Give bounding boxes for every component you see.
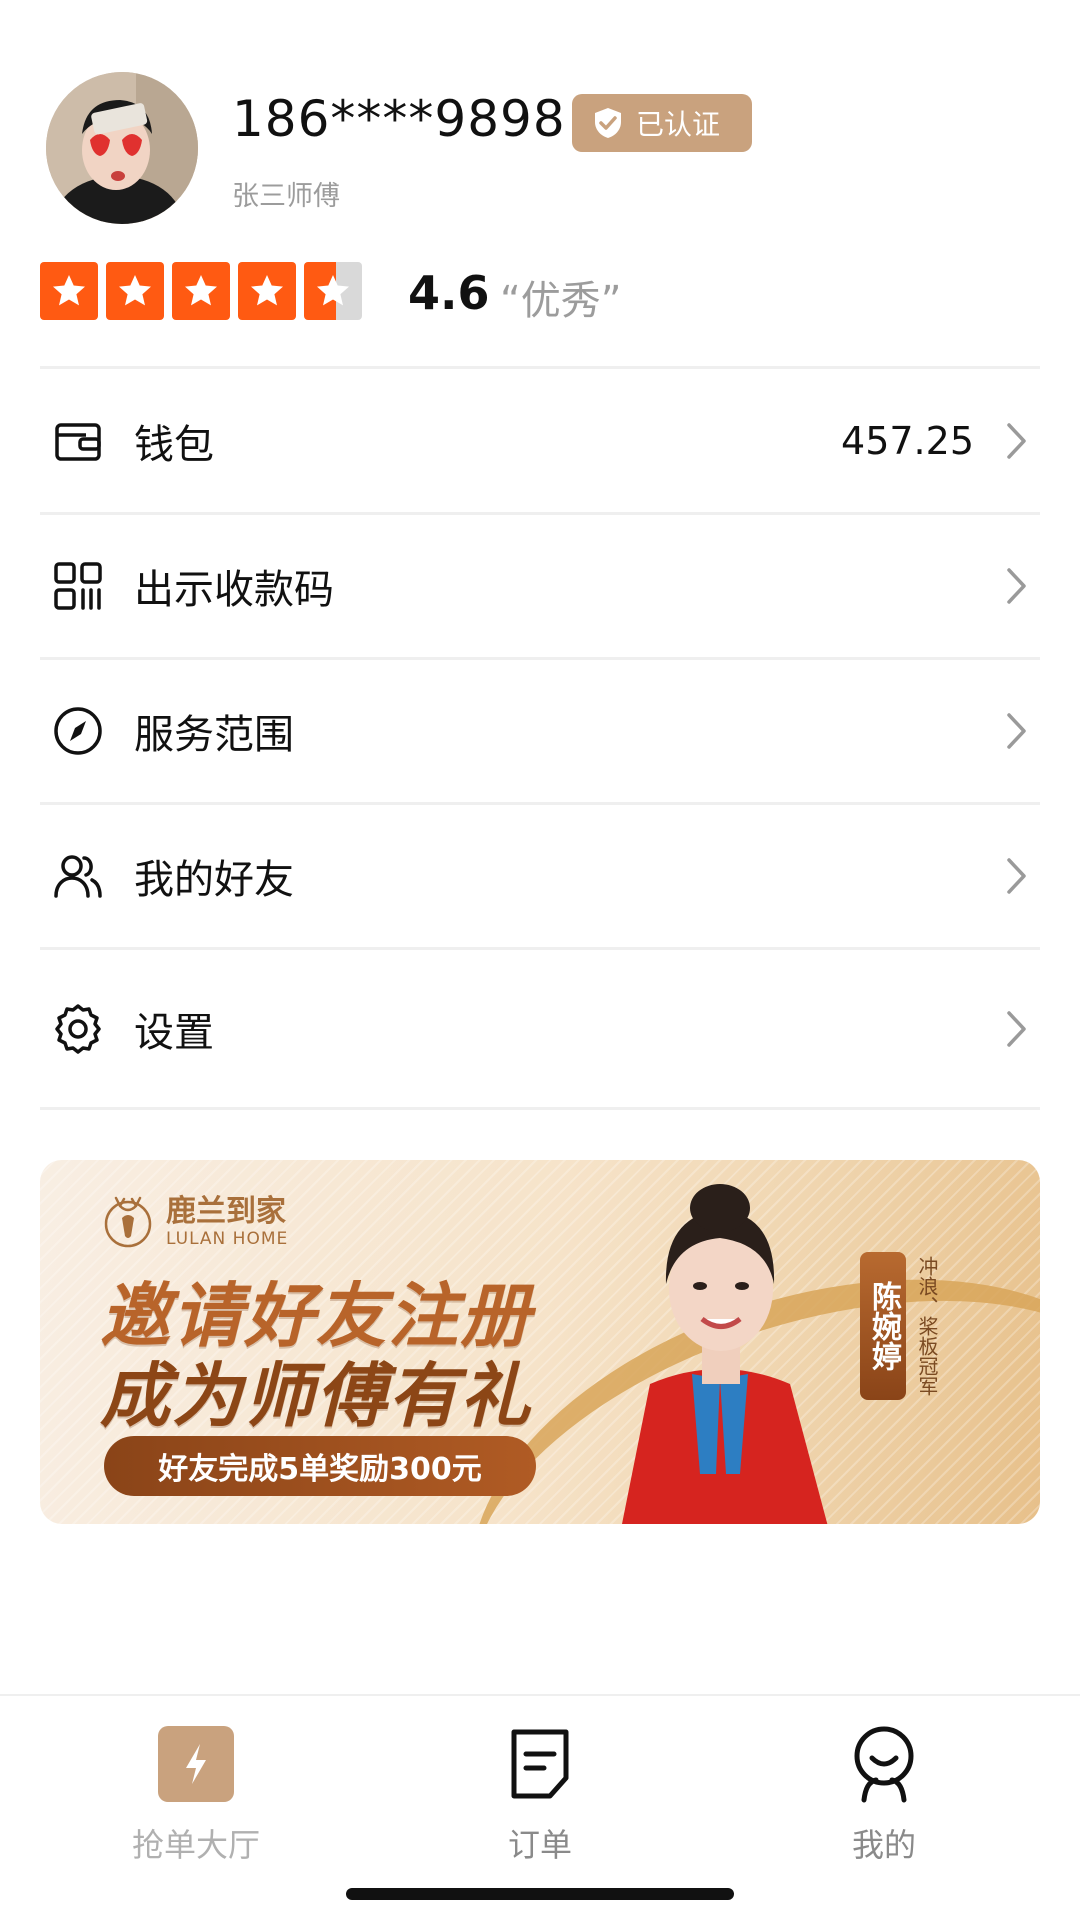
tab-label: 订单 [507,1826,572,1864]
athlete-photo [622,1184,828,1524]
gear-icon [50,1001,106,1057]
menu-item-label: 设置 [134,1009,214,1056]
chevron-right-icon [1007,858,1026,894]
menu-item-settings[interactable]: 设置 [40,950,1040,1110]
star-icon [40,262,98,320]
star-icon [106,262,164,320]
menu-item-label: 出示收款码 [134,567,334,613]
profile-icon [854,1726,914,1803]
brand-name: 鹿兰到家 [166,1194,286,1229]
rating-description: “优秀” [500,278,622,324]
athlete-name-tag: 陈婉婷 [860,1252,906,1400]
banner-headline: 成为师傅有礼 [100,1355,532,1437]
tab-label: 抢单大厅 [131,1826,260,1864]
chevron-right-icon [1007,1010,1026,1047]
verified-badge: 已认证 [572,94,752,152]
lightning-icon [158,1726,234,1802]
menu-item-label: 钱包 [134,422,214,468]
divider [40,366,1040,369]
tab-orders[interactable]: 订单 [440,1724,640,1866]
friends-icon [50,848,106,904]
menu-item-friends[interactable]: 我的好友 [40,805,1040,950]
shield-check-icon [595,108,621,138]
chevron-right-icon [1007,423,1026,459]
chevron-right-icon [1007,568,1026,604]
order-icon [511,1729,569,1799]
menu-item-service-area[interactable]: 服务范围 [40,660,1040,805]
avatar[interactable] [46,72,198,224]
compass-icon [50,703,106,759]
profile-page: 186****9898 已认证 张三师傅 4.6 “优秀” 钱包 457.25 … [0,0,1080,1920]
tab-label: 我的 [851,1826,916,1864]
brand-name-en: LULAN HOME [166,1229,289,1249]
wallet-icon [50,413,106,469]
menu-item-label: 我的好友 [134,857,294,903]
bottom-tab-bar: 抢单大厅 订单 我的 [0,1694,1080,1920]
profile-header: 186****9898 已认证 张三师傅 [46,72,1046,232]
verified-label: 已认证 [636,108,721,141]
avatar-image [46,72,198,224]
rating-row: 4.6 “优秀” [40,262,940,324]
profile-name: 张三师傅 [232,181,340,212]
star-icon [238,262,296,320]
athlete-title: 冲浪、桨板冠军 [915,1256,939,1396]
phone-number: 186****9898 [232,90,566,148]
rating-stars [40,262,362,320]
reward-pill: 好友完成5单奖励300元 [104,1436,536,1496]
qr-code-icon [50,558,106,614]
chevron-right-icon [1007,713,1026,749]
home-indicator[interactable] [346,1888,734,1900]
menu-item-label: 服务范围 [134,712,294,758]
star-icon [172,262,230,320]
deer-logo-icon [104,1196,152,1248]
menu-list: 钱包 457.25 出示收款码 服务范围 我的好友 设置 [40,370,1040,1110]
half-star-icon [304,262,362,320]
menu-item-wallet[interactable]: 钱包 457.25 [40,370,1040,515]
rating-score: 4.6 [408,266,490,320]
wallet-balance: 457.25 [841,419,974,463]
tab-grab-orders[interactable]: 抢单大厅 [96,1724,296,1866]
brand-logo: 鹿兰到家 LULAN HOME [100,1194,288,1250]
invite-banner[interactable]: 鹿兰到家 LULAN HOME 邀请好友注册 成为师傅有礼 好友完成5单奖励30… [40,1160,1040,1524]
tab-mine[interactable]: 我的 [784,1724,984,1866]
menu-item-payment-code[interactable]: 出示收款码 [40,515,1040,660]
